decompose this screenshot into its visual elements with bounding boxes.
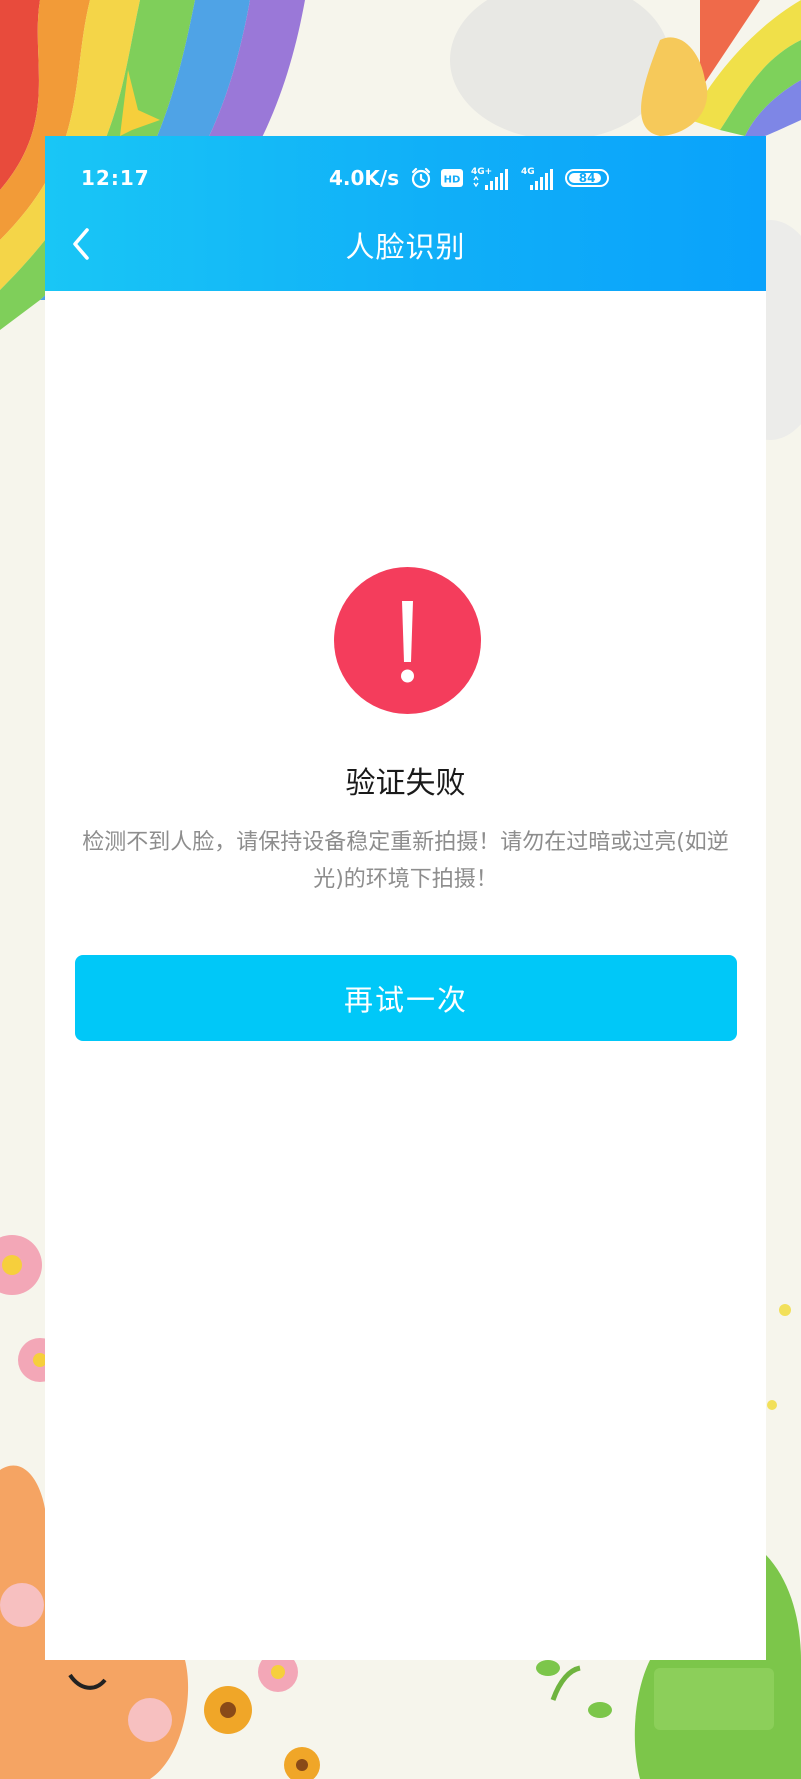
svg-text:4G+: 4G+ <box>471 167 492 177</box>
result-title: 验证失败 <box>345 766 466 801</box>
result-message: 检测不到人脸，请保持设备稳定重新拍摄！请勿在过暗或过亮(如逆光)的环境下拍摄！ <box>82 830 729 892</box>
battery-level: 84 <box>578 171 596 185</box>
phone-screen: 12:17 4.0K/s HD 4G+ 4G 84 人脸识别 验证失败 检测不到… <box>45 136 766 1660</box>
page-title: 人脸识别 <box>345 230 466 264</box>
signal-icon: 4G+ <box>471 165 513 191</box>
battery-icon: 84 <box>565 169 610 187</box>
svg-text:HD: HD <box>444 175 461 186</box>
signal-icon: 4G <box>521 165 557 191</box>
retry-button[interactable]: 再试一次 <box>75 955 737 1041</box>
status-time: 12:17 <box>81 166 150 190</box>
status-icons: 4.0K/s HD 4G+ 4G 84 <box>329 164 610 192</box>
alarm-icon <box>409 166 433 190</box>
hd-icon: HD <box>441 169 464 187</box>
exclamation-icon <box>334 567 481 714</box>
net-speed: 4.0K/s <box>329 166 400 190</box>
svg-text:4G: 4G <box>521 167 535 177</box>
app-header: 12:17 4.0K/s HD 4G+ 4G 84 人脸识别 <box>45 136 766 291</box>
